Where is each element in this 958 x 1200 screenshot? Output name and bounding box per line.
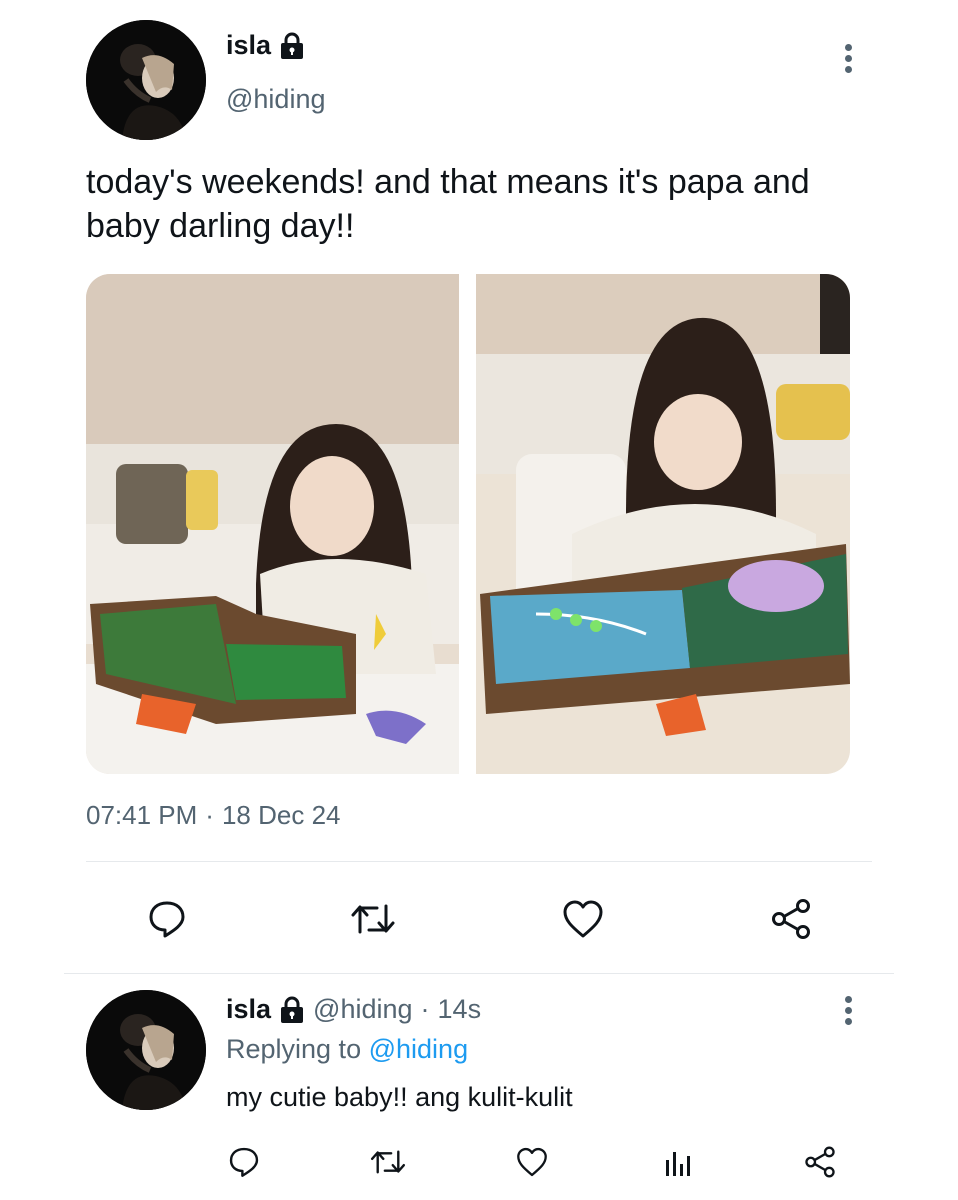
comment-icon (149, 901, 185, 938)
analytics-icon (666, 1152, 690, 1176)
reply-author-handle[interactable]: @hiding (313, 994, 412, 1025)
reply-separator: · (420, 994, 430, 1024)
reply-author-avatar[interactable] (86, 990, 206, 1110)
replying-to-link[interactable]: @hiding (369, 1034, 468, 1064)
tweet-date: 18 Dec 24 (221, 800, 341, 830)
replying-prefix: Replying to (226, 1034, 362, 1064)
reply-retweet-button[interactable] (366, 1142, 410, 1182)
reply-button[interactable] (140, 892, 194, 946)
replying-to: Replying to @hiding (226, 1034, 468, 1065)
reply-analytics-button[interactable] (658, 1142, 698, 1182)
share-button[interactable] (764, 892, 818, 946)
actions-divider (86, 861, 872, 862)
tweet-time: 07:41 PM (86, 800, 198, 830)
author-handle[interactable]: @hiding (226, 84, 325, 115)
tweet-text: today's weekends! and that means it's pa… (86, 163, 810, 245)
reply-more-vertical-icon[interactable] (838, 996, 858, 1025)
reply-share-button[interactable] (800, 1142, 840, 1182)
reply-text: my cutie baby!! ang kulit-kulit (226, 1082, 573, 1112)
retweet-icon (370, 1150, 406, 1174)
share-icon (772, 899, 810, 939)
reply-age[interactable]: 14s (438, 994, 482, 1025)
retweet-icon (351, 904, 395, 934)
tweet-photo-1[interactable] (86, 274, 459, 774)
lock-icon (279, 996, 305, 1024)
tweet-photo-2[interactable] (476, 274, 850, 774)
reply-reply-button[interactable] (224, 1142, 264, 1182)
heart-icon (517, 1147, 547, 1177)
reply-author-name[interactable]: isla (226, 994, 271, 1025)
lock-icon (279, 32, 305, 60)
reply-header: isla @hiding · 14s (226, 994, 481, 1025)
reply-like-button[interactable] (512, 1142, 552, 1182)
like-button[interactable] (556, 892, 610, 946)
more-vertical-icon[interactable] (838, 44, 858, 73)
author-name-text: isla (226, 30, 272, 60)
author-name[interactable]: isla (226, 30, 305, 61)
tweet-divider (64, 973, 894, 974)
comment-icon (229, 1147, 259, 1177)
timestamp-separator: · (205, 800, 214, 830)
heart-icon (563, 900, 603, 938)
share-icon (805, 1146, 835, 1178)
author-avatar[interactable] (86, 20, 206, 140)
tweet-timestamp[interactable]: 07:41 PM · 18 Dec 24 (86, 800, 341, 831)
retweet-button[interactable] (346, 892, 400, 946)
